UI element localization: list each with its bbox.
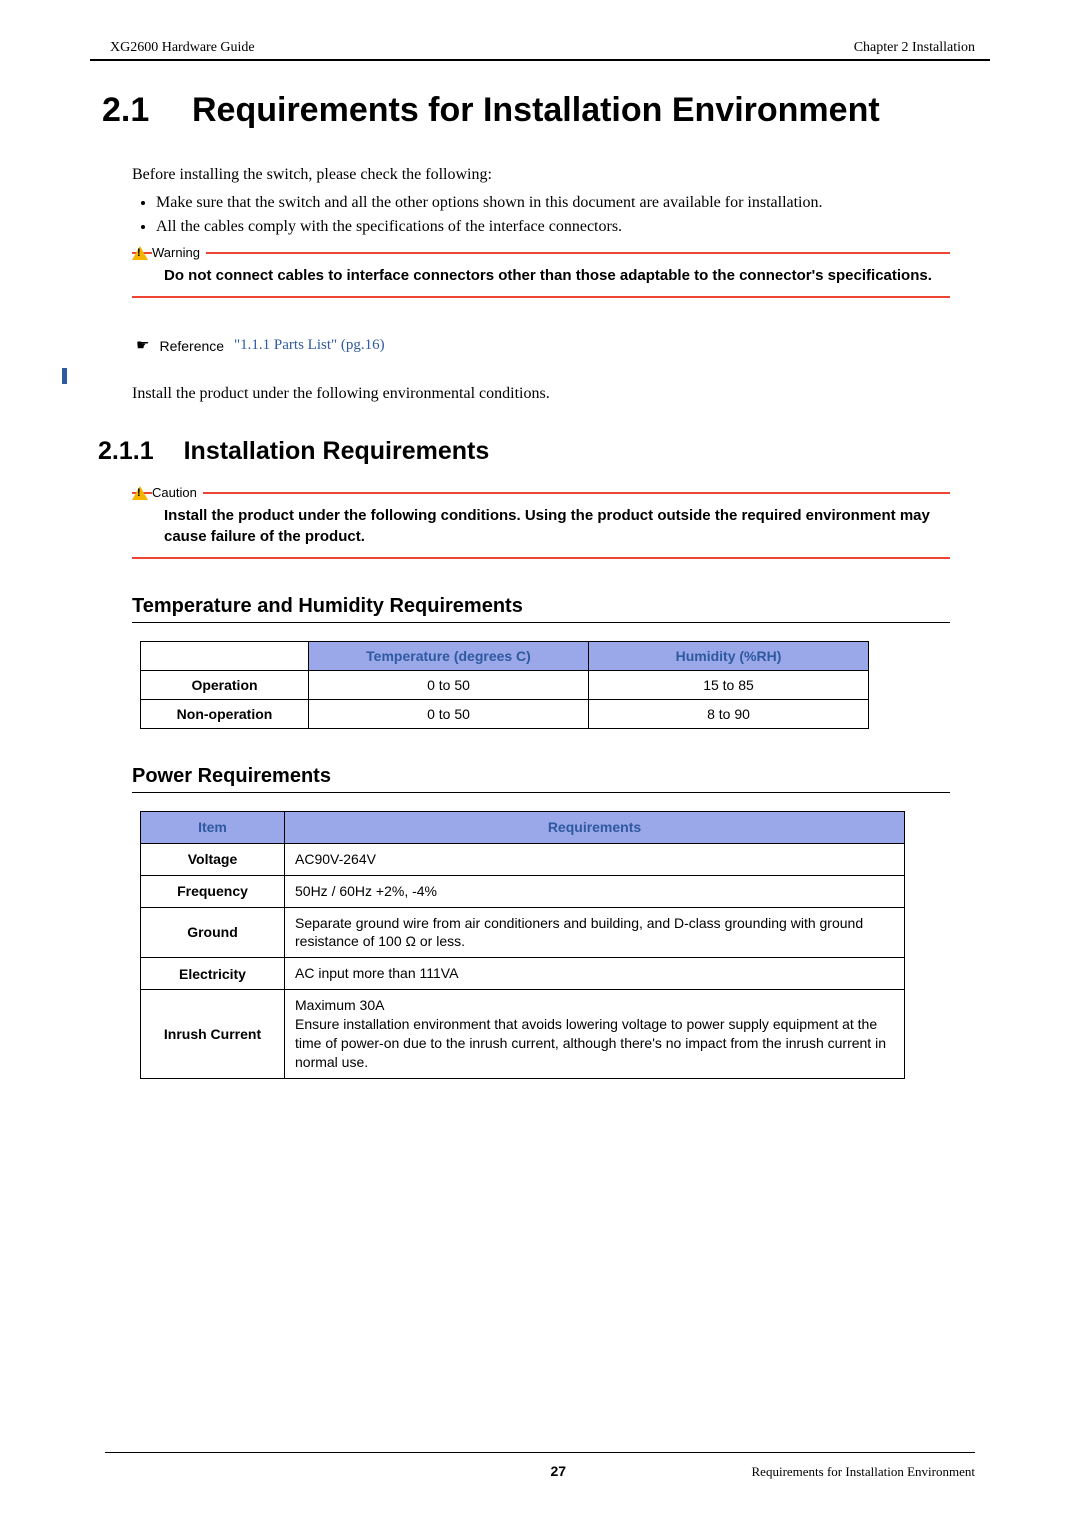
page-footer: 27 Requirements for Installation Environ… [0, 1452, 1080, 1480]
caution-box: Caution Install the product under the fo… [132, 492, 950, 559]
row-label: Non-operation [141, 699, 309, 728]
reference-link[interactable]: "1.1.1 Parts List" (pg.16) [234, 337, 385, 354]
bullet-item: All the cables comply with the specifica… [156, 218, 990, 236]
subsection-heading-2-1-1: 2.1.1 Installation Requirements [98, 437, 990, 466]
section-title: Requirements for Installation Environmen… [192, 91, 880, 130]
req-value: Separate ground wire from air conditione… [285, 907, 905, 958]
cell-humidity: 15 to 85 [589, 670, 869, 699]
table-row: Voltage AC90V-264V [141, 843, 905, 875]
table-row: Inrush Current Maximum 30A Ensure instal… [141, 990, 905, 1079]
section-number: 2.1 [102, 91, 164, 130]
power-req-heading: Power Requirements [132, 765, 950, 793]
subsection-number: 2.1.1 [98, 437, 154, 466]
footer-section-title: Requirements for Installation Environmen… [752, 1464, 975, 1480]
item-label: Voltage [141, 843, 285, 875]
cell-temp: 0 to 50 [309, 670, 589, 699]
doc-title: XG2600 Hardware Guide [110, 40, 255, 56]
caution-icon [132, 486, 148, 500]
temp-humidity-table: Temperature (degrees C) Humidity (%RH) O… [140, 641, 869, 729]
intro-paragraph: Before installing the switch, please che… [132, 166, 990, 184]
cell-temp: 0 to 50 [309, 699, 589, 728]
item-label: Frequency [141, 875, 285, 907]
caution-text: Install the product under the following … [164, 506, 950, 547]
table-row: Ground Separate ground wire from air con… [141, 907, 905, 958]
cell-humidity: 8 to 90 [589, 699, 869, 728]
item-label: Ground [141, 907, 285, 958]
item-label: Inrush Current [141, 990, 285, 1079]
item-label: Electricity [141, 958, 285, 990]
page-header: XG2600 Hardware Guide Chapter 2 Installa… [90, 40, 990, 61]
table-header-humidity: Humidity (%RH) [589, 641, 869, 670]
table-header-empty [141, 641, 309, 670]
temp-humidity-heading: Temperature and Humidity Requirements [132, 595, 950, 623]
revision-bar [62, 368, 67, 384]
req-value: AC input more than 111VA [285, 958, 905, 990]
subsection-title: Installation Requirements [184, 437, 490, 466]
req-value: 50Hz / 60Hz +2%, -4% [285, 875, 905, 907]
power-req-table: Item Requirements Voltage AC90V-264V Fre… [140, 811, 905, 1079]
warning-icon [132, 246, 148, 260]
warning-label: Warning [152, 245, 206, 260]
install-paragraph: Install the product under the following … [132, 385, 990, 403]
intro-bullets: Make sure that the switch and all the ot… [156, 194, 990, 236]
req-value: Maximum 30A Ensure installation environm… [285, 990, 905, 1079]
req-value: AC90V-264V [285, 843, 905, 875]
hand-icon: ☛ [136, 336, 149, 355]
page-number: 27 [550, 1463, 566, 1479]
row-label: Operation [141, 670, 309, 699]
section-heading-2-1: 2.1 Requirements for Installation Enviro… [102, 91, 990, 130]
chapter-label: Chapter 2 Installation [854, 40, 975, 56]
table-header-item: Item [141, 811, 285, 843]
table-row: Electricity AC input more than 111VA [141, 958, 905, 990]
reference-row: ☛ Reference "1.1.1 Parts List" (pg.16) [136, 336, 990, 355]
table-row: Non-operation 0 to 50 8 to 90 [141, 699, 869, 728]
caution-label: Caution [152, 485, 203, 500]
table-row: Operation 0 to 50 15 to 85 [141, 670, 869, 699]
table-header-temp: Temperature (degrees C) [309, 641, 589, 670]
table-row: Frequency 50Hz / 60Hz +2%, -4% [141, 875, 905, 907]
warning-box: Warning Do not connect cables to interfa… [132, 252, 950, 298]
table-header-req: Requirements [285, 811, 905, 843]
bullet-item: Make sure that the switch and all the ot… [156, 194, 990, 212]
warning-text: Do not connect cables to interface conne… [164, 266, 950, 286]
reference-label: Reference [159, 338, 224, 354]
